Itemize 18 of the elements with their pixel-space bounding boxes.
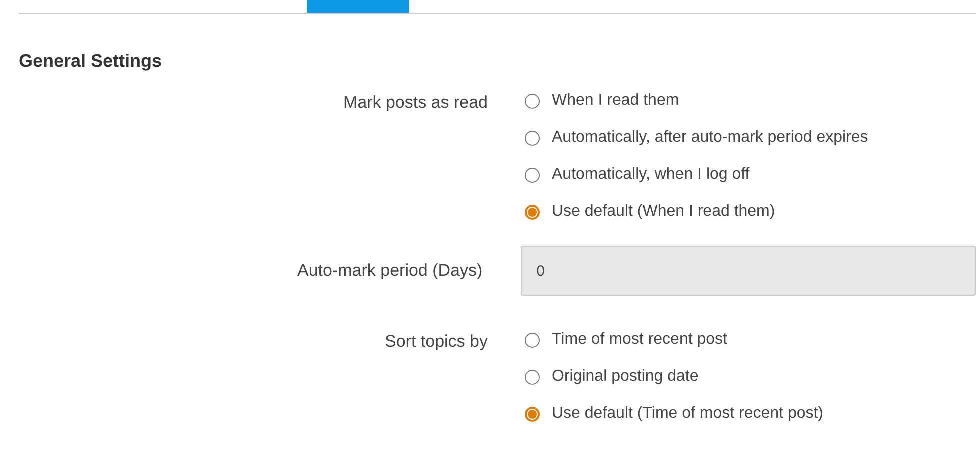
- radio-button[interactable]: [525, 130, 540, 146]
- radio-button[interactable]: [525, 168, 540, 182]
- option-label: Use default (When I read them): [552, 202, 776, 222]
- radio-button[interactable]: [525, 406, 540, 422]
- option-label: Use default (Time of most recent post): [552, 404, 824, 424]
- option-label: Original posting date: [552, 367, 699, 387]
- section-heading: General Settings: [19, 50, 164, 73]
- option-label: Automatically, when I log off: [552, 165, 750, 185]
- option-label: Time of most recent post: [552, 330, 728, 350]
- field-label: Sort topics by: [385, 332, 488, 351]
- option-label: When I read them: [552, 91, 680, 111]
- field-label: Auto-mark period (Days): [298, 261, 483, 280]
- radio-button[interactable]: [525, 332, 540, 348]
- radio-button[interactable]: [525, 94, 540, 108]
- radio-button[interactable]: [525, 370, 540, 384]
- option-label: Automatically, after auto-mark period expires: [552, 128, 868, 148]
- radio-button[interactable]: [525, 204, 540, 220]
- field-label: Mark posts as read: [343, 93, 488, 112]
